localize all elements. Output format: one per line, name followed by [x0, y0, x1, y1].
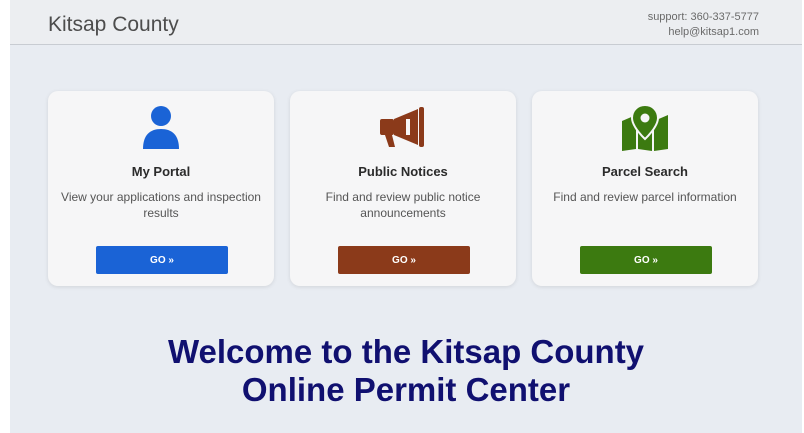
user-icon: [48, 105, 274, 151]
card-title: My Portal: [131, 164, 191, 179]
card-description-line: Find and review parcel information: [553, 190, 737, 204]
card-description: View your applications and inspection re…: [58, 189, 264, 221]
megaphone-icon: [290, 105, 516, 151]
welcome-heading: Welcome to the Kitsap County Online Perm…: [10, 333, 802, 409]
card-description: Find and review parcel information: [542, 189, 748, 205]
card-description-line: View your applications and inspection: [61, 190, 261, 204]
card-description: Find and review public notice announceme…: [300, 189, 506, 221]
card-my-portal: My Portal View your applications and ins…: [48, 91, 274, 286]
support-email[interactable]: help@kitsap1.com: [648, 25, 759, 40]
parcel-search-go-button[interactable]: GO »: [580, 246, 712, 274]
header-bar: Kitsap County support: 360-337-5777 help…: [10, 0, 802, 45]
map-pin-icon: [532, 105, 758, 151]
public-notices-go-button[interactable]: GO »: [338, 246, 470, 274]
card-public-notices: Public Notices Find and review public no…: [290, 91, 516, 286]
card-title: Parcel Search: [601, 164, 688, 179]
card-description-line: Find and review public notice: [325, 190, 481, 204]
card-description-line: results: [143, 206, 179, 220]
card-parcel-search: Parcel Search Find and review parcel inf…: [532, 91, 758, 286]
welcome-line: Online Permit Center: [241, 371, 571, 408]
my-portal-go-button[interactable]: GO »: [96, 246, 228, 274]
card-description-line: announcements: [360, 206, 446, 220]
support-contact: support: 360-337-5777 help@kitsap1.com: [648, 10, 759, 40]
brand-title: Kitsap County: [48, 13, 179, 36]
support-phone: support: 360-337-5777: [647, 11, 759, 23]
welcome-line: Welcome to the Kitsap County: [167, 333, 645, 370]
card-title: Public Notices: [358, 164, 448, 179]
page: Kitsap County support: 360-337-5777 help…: [10, 0, 802, 433]
